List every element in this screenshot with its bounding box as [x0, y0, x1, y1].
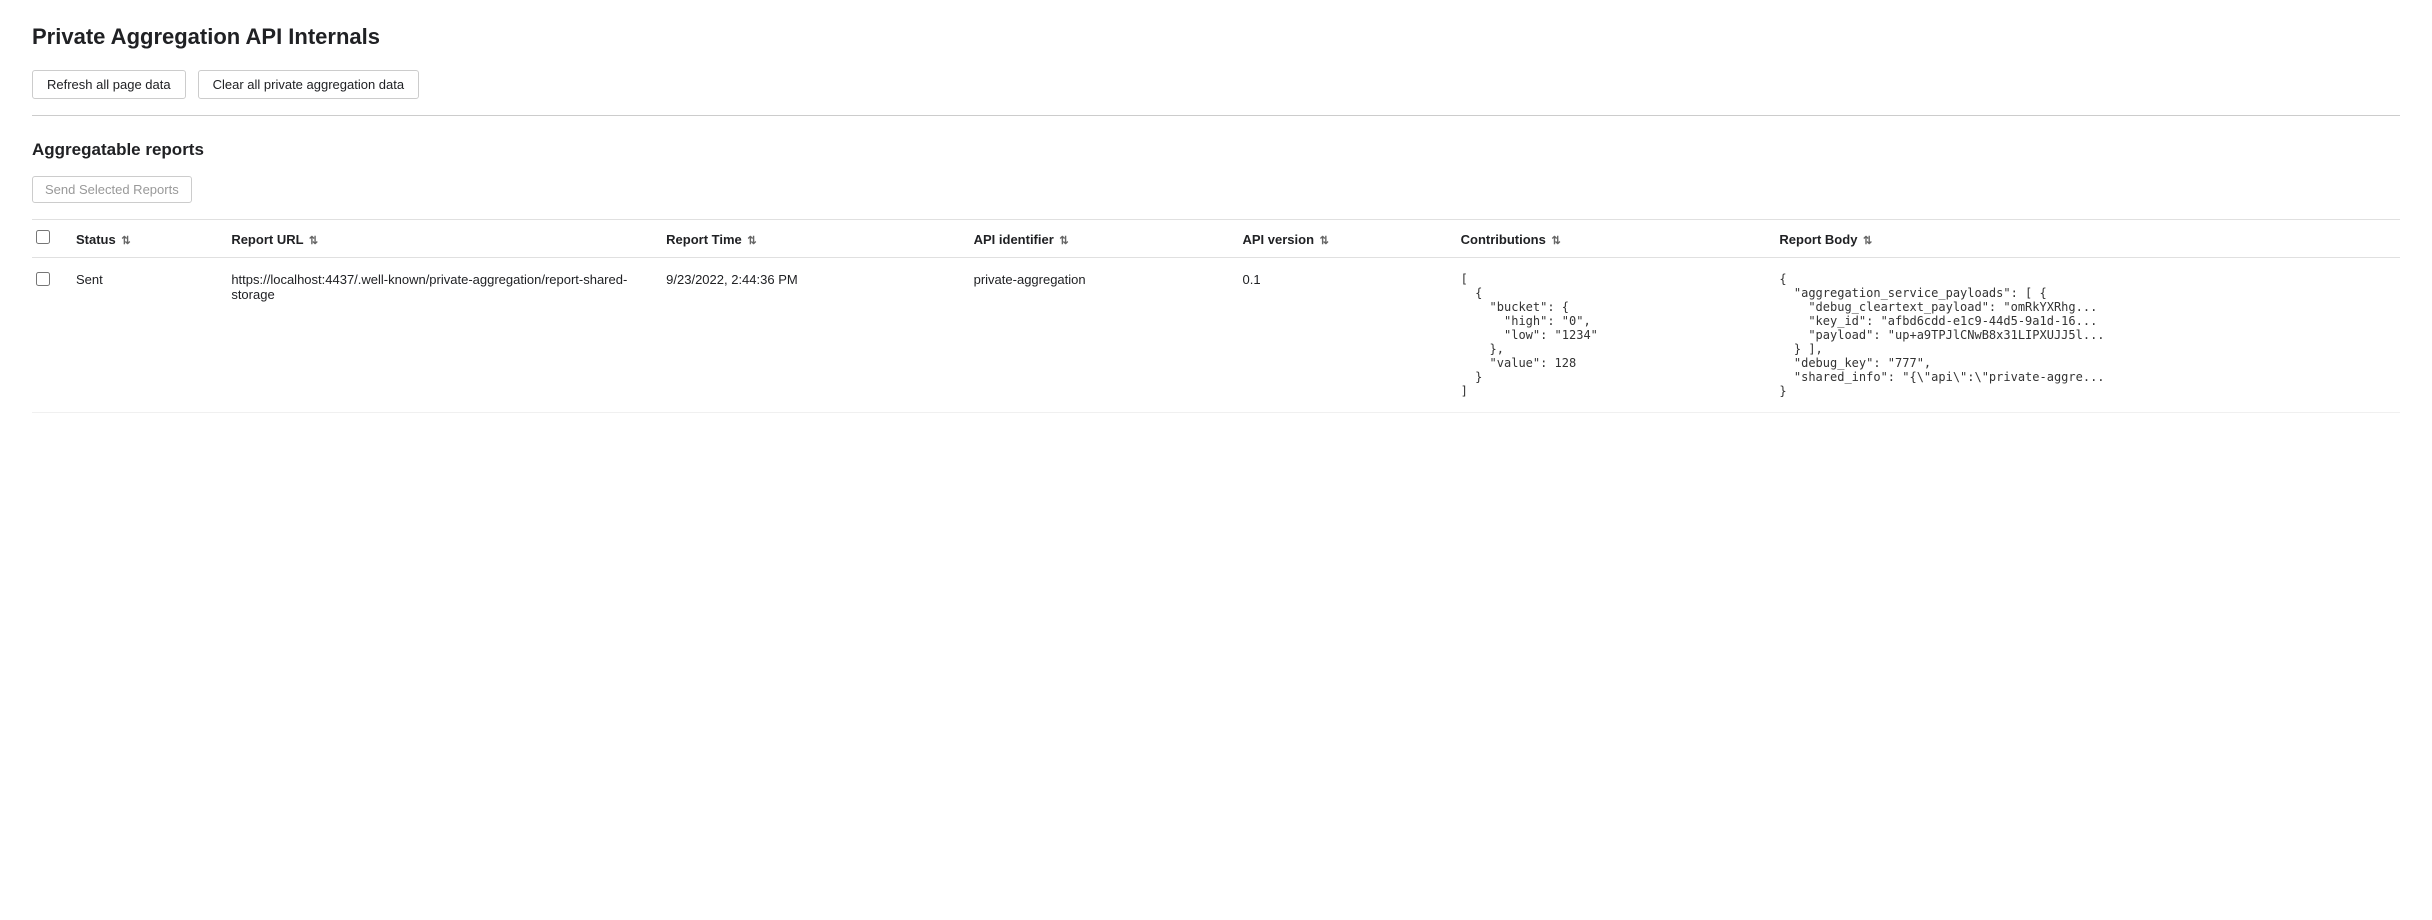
page-title: Private Aggregation API Internals	[32, 24, 2400, 50]
header-api-version[interactable]: API version	[1230, 220, 1448, 258]
table-row: Senthttps://localhost:4437/.well-known/p…	[32, 258, 2400, 413]
row-checkbox[interactable]	[36, 272, 50, 286]
header-api-identifier[interactable]: API identifier	[962, 220, 1231, 258]
table-header-row: Status Report URL Report Time API identi…	[32, 220, 2400, 258]
header-checkbox-cell	[32, 220, 64, 258]
cell-report-url: https://localhost:4437/.well-known/priva…	[219, 258, 654, 413]
header-report-body[interactable]: Report Body	[1767, 220, 2400, 258]
clear-button[interactable]: Clear all private aggregation data	[198, 70, 420, 99]
refresh-button[interactable]: Refresh all page data	[32, 70, 186, 99]
cell-status: Sent	[64, 258, 219, 413]
send-reports-button[interactable]: Send Selected Reports	[32, 176, 192, 203]
toolbar: Refresh all page data Clear all private …	[32, 70, 2400, 99]
divider	[32, 115, 2400, 116]
cell-api-version: 0.1	[1230, 258, 1448, 413]
cell-api-identifier: private-aggregation	[962, 258, 1231, 413]
table-body: Senthttps://localhost:4437/.well-known/p…	[32, 258, 2400, 413]
header-report-time[interactable]: Report Time	[654, 220, 961, 258]
cell-report-body: { "aggregation_service_payloads": [ { "d…	[1767, 258, 2400, 413]
reports-table: Status Report URL Report Time API identi…	[32, 219, 2400, 413]
section-title: Aggregatable reports	[32, 140, 2400, 160]
header-contributions[interactable]: Contributions	[1449, 220, 1768, 258]
select-all-checkbox[interactable]	[36, 230, 50, 244]
header-status[interactable]: Status	[64, 220, 219, 258]
cell-contributions: [ { "bucket": { "high": "0", "low": "123…	[1449, 258, 1768, 413]
header-report-url[interactable]: Report URL	[219, 220, 654, 258]
cell-report-time: 9/23/2022, 2:44:36 PM	[654, 258, 961, 413]
